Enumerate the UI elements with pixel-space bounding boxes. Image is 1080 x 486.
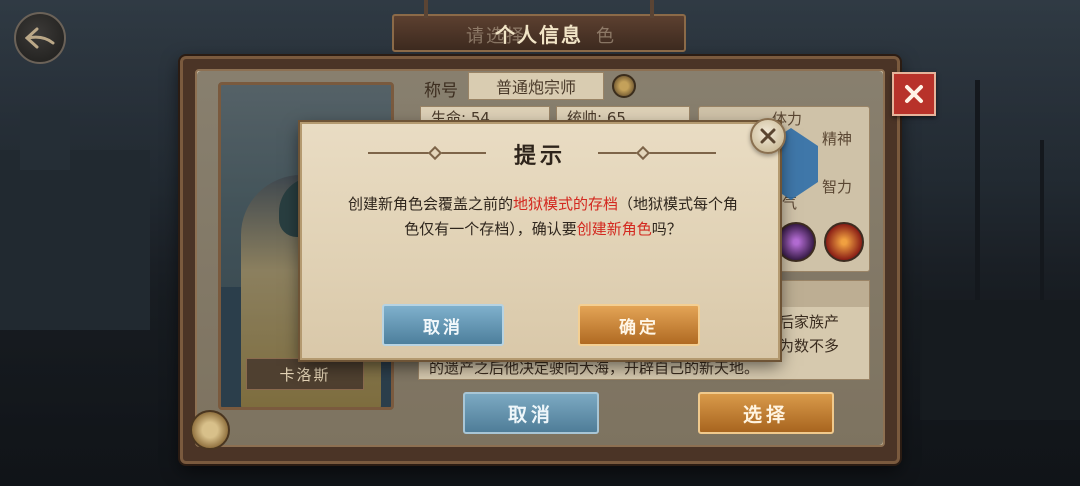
story-line: 后家族产 [779,313,840,331]
attr-spirit-label: 精神 [822,130,853,148]
dialog-cancel-button[interactable]: 取消 [382,304,504,346]
select-button[interactable]: 选择 [698,392,834,434]
rope-left [424,0,428,18]
dialog-title: 提示 [513,144,566,169]
confirm-dialog: 提示 创建新角色会覆盖之前的地狱模式的存档（地狱模式每个角色仅有一个存档），确认… [300,122,780,360]
story-line: 的遗产之后他决定驶向大海，开辟自己的新天地。 [429,359,760,377]
close-icon [905,85,923,103]
title-coin-icon[interactable] [612,74,636,98]
dialog-confirm-button[interactable]: 确定 [578,304,700,346]
back-arrow-icon [25,27,55,49]
panel-close-button[interactable] [892,72,936,116]
back-button[interactable] [14,12,66,64]
attr-intellect-label: 智力 [822,178,853,196]
message-highlight: 创建新角色 [576,220,652,238]
close-icon [760,128,776,144]
rope-right [650,0,654,18]
title-label: 称号 [424,81,458,101]
title-value-box: 普通炮宗师 [468,72,604,100]
page-title: 个人信息 [495,22,583,47]
dialog-message: 创建新角色会覆盖之前的地狱模式的存档（地狱模式每个角色仅有一个存档），确认要创建… [344,192,742,242]
skill-purple-icon[interactable] [776,222,816,262]
title-plaque: 请选择 色 个人信息 [392,0,686,52]
message-highlight: 地狱模式的存档 [512,195,618,213]
compass-icon [190,410,230,450]
skill-fire-icon[interactable] [824,222,864,262]
story-line: 为数不多 [779,337,840,355]
title-value: 普通炮宗师 [495,78,576,97]
cancel-button[interactable]: 取消 [463,392,599,434]
dialog-close-button[interactable] [750,118,786,154]
character-name-plate: 卡洛斯 [246,358,364,390]
character-name: 卡洛斯 [279,365,331,384]
message-text: 吗？ [651,220,682,238]
tab-hint-right: 色 [596,26,614,47]
message-text: 创建新角色会覆盖之前的 [347,195,513,213]
